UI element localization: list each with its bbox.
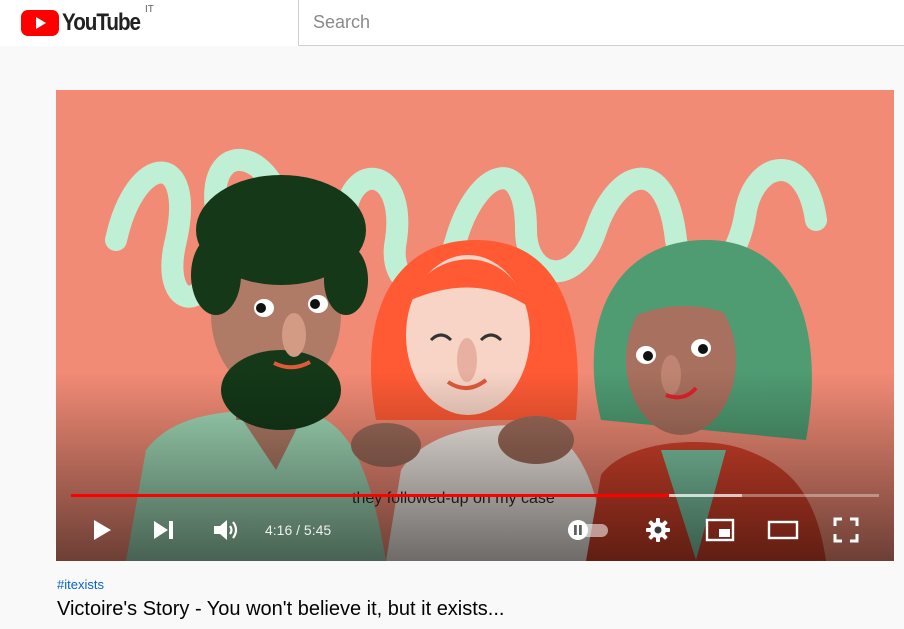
video-title: Victoire's Story - You won't believe it,… xyxy=(57,598,505,620)
video-hashtag[interactable]: #itexists xyxy=(57,577,104,592)
youtube-play-logo-icon xyxy=(21,10,59,36)
autoplay-toggle[interactable] xyxy=(562,510,614,550)
mute-button[interactable] xyxy=(206,510,246,550)
time-display: 4:16 / 5:45 xyxy=(265,522,332,538)
player-controls: 4:16 / 5:45 xyxy=(56,510,894,550)
masthead: YouTube IT xyxy=(0,0,904,46)
autoplay-toggle-icon xyxy=(568,520,608,540)
search-box[interactable] xyxy=(298,0,904,46)
theater-mode-button[interactable] xyxy=(763,510,803,550)
miniplayer-icon xyxy=(705,518,735,542)
subtitle-caption: they followed-up on my case xyxy=(352,490,555,507)
volume-icon xyxy=(214,520,238,540)
miniplayer-button[interactable] xyxy=(700,510,740,550)
theater-mode-icon xyxy=(767,520,799,540)
fullscreen-icon xyxy=(833,517,859,543)
next-button[interactable] xyxy=(146,510,182,550)
logo-wordmark: YouTube xyxy=(62,9,141,36)
play-icon xyxy=(94,520,111,540)
search-input[interactable] xyxy=(299,0,873,44)
youtube-logo[interactable]: YouTube xyxy=(21,9,153,37)
play-button[interactable] xyxy=(84,510,120,550)
region-code: IT xyxy=(145,4,154,15)
fullscreen-button[interactable] xyxy=(826,510,866,550)
video-player[interactable]: they followed-up on my case 4:16 / 5:45 xyxy=(56,90,894,561)
settings-button[interactable] xyxy=(638,510,678,550)
progress-played xyxy=(71,494,669,497)
skip-next-icon xyxy=(154,521,173,539)
progress-bar[interactable] xyxy=(71,494,879,497)
gear-icon xyxy=(646,518,670,542)
